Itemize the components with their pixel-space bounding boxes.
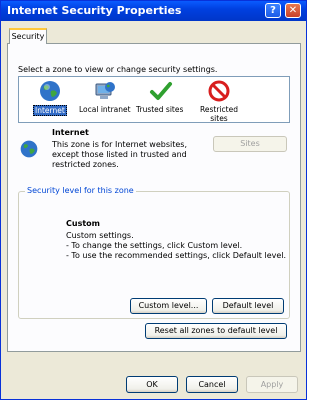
zone-title: Internet bbox=[52, 128, 89, 137]
tab-security[interactable]: Security bbox=[9, 28, 47, 44]
default-level-button[interactable]: Default level bbox=[212, 298, 284, 314]
security-level-group-title: Security level for this zone bbox=[25, 186, 136, 195]
close-button[interactable]: ✕ bbox=[285, 3, 301, 18]
security-level-title: Custom bbox=[66, 219, 100, 228]
zone-description-line1: This zone is for Internet websites, bbox=[52, 140, 188, 149]
custom-level-button[interactable]: Custom level... bbox=[130, 298, 207, 314]
ok-button[interactable]: OK bbox=[126, 376, 178, 393]
zone-label-internet: Internet bbox=[33, 105, 67, 116]
checkmark-icon bbox=[150, 82, 172, 100]
security-level-desc3: - To use the recommended settings, click… bbox=[66, 251, 287, 260]
zone-label-restricted-sites: Restricted sites bbox=[199, 105, 239, 123]
sites-button[interactable]: Sites bbox=[213, 136, 287, 152]
title-bar[interactable]: Internet Security Properties ? ✕ bbox=[1, 1, 306, 21]
computer-globe-icon bbox=[95, 82, 115, 99]
zone-prompt: Select a zone to view or change security… bbox=[18, 65, 218, 74]
zone-description-line2: except those listed in trusted and bbox=[52, 150, 187, 159]
zone-list: Internet Local intranet Trusted sites Re… bbox=[18, 76, 290, 123]
globe-icon bbox=[40, 81, 60, 101]
zone-description-line3: restricted zones. bbox=[52, 160, 119, 169]
security-level-desc2: - To change the settings, click Custom l… bbox=[66, 241, 243, 250]
zone-label-local-intranet: Local intranet bbox=[79, 105, 131, 114]
zone-label-restricted-line1: Restricted bbox=[200, 105, 238, 114]
help-button[interactable]: ? bbox=[265, 3, 281, 18]
apply-button[interactable]: Apply bbox=[246, 376, 298, 393]
globe-icon bbox=[20, 140, 38, 158]
no-entry-icon bbox=[208, 80, 230, 102]
security-level-desc1: Custom settings. bbox=[66, 231, 134, 240]
zone-label-trusted-sites: Trusted sites bbox=[136, 105, 184, 114]
dialog-window: Internet Security Properties ? ✕ Securit… bbox=[0, 0, 307, 400]
window-title: Internet Security Properties bbox=[7, 4, 182, 17]
zone-label-restricted-line2: sites bbox=[210, 114, 228, 123]
cancel-button[interactable]: Cancel bbox=[186, 376, 238, 393]
reset-all-zones-button[interactable]: Reset all zones to default level bbox=[145, 323, 287, 339]
